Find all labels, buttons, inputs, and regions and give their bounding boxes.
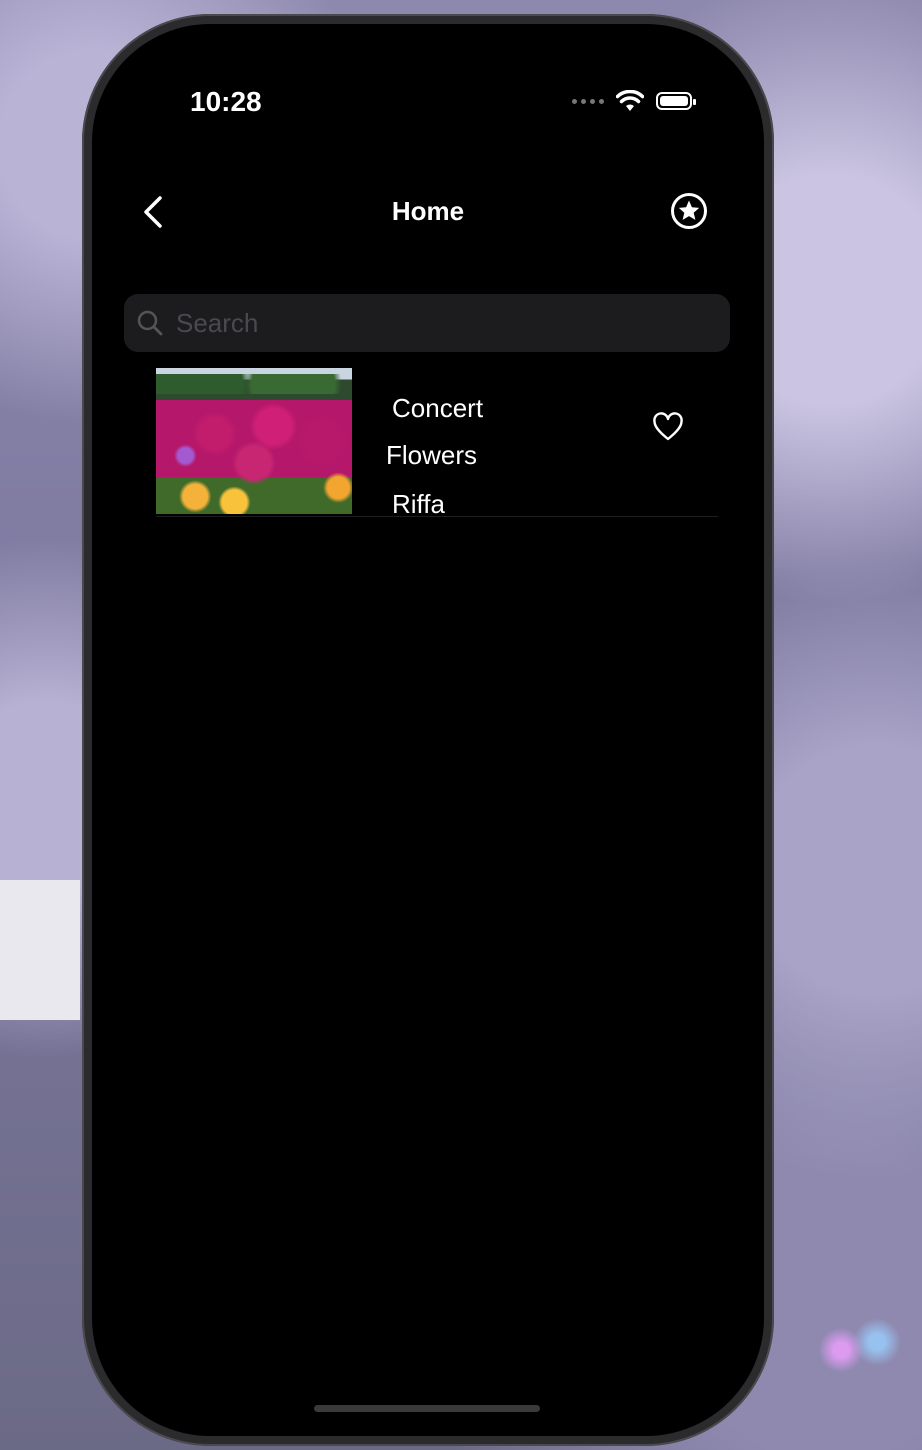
search-bar[interactable] bbox=[124, 294, 730, 352]
search-icon bbox=[137, 310, 163, 336]
cellular-icon bbox=[572, 98, 604, 104]
item-category: Concert bbox=[392, 393, 484, 423]
background-lights bbox=[814, 1310, 904, 1390]
item-location: Riffa bbox=[392, 489, 445, 519]
flowers-thumbnail bbox=[156, 368, 352, 514]
battery-icon bbox=[656, 92, 696, 110]
search-input[interactable] bbox=[174, 306, 730, 340]
wifi-icon bbox=[616, 90, 644, 111]
page-title: Home bbox=[391, 196, 465, 226]
home-indicator[interactable] bbox=[314, 1405, 540, 1412]
phone-frame: 10:28 Home Search Concert Flowers Riffa bbox=[82, 14, 774, 1446]
list-item[interactable]: Concert Flowers Riffa bbox=[156, 368, 718, 519]
screen: 10:28 Home Search Concert Flowers Riffa bbox=[92, 24, 764, 1436]
status-icons bbox=[572, 90, 696, 112]
heart-icon[interactable] bbox=[652, 412, 684, 442]
background-building bbox=[0, 880, 80, 1020]
star-circle-icon[interactable] bbox=[670, 192, 708, 230]
item-title: Flowers bbox=[386, 440, 478, 470]
status-time: 10:28 bbox=[190, 86, 262, 117]
